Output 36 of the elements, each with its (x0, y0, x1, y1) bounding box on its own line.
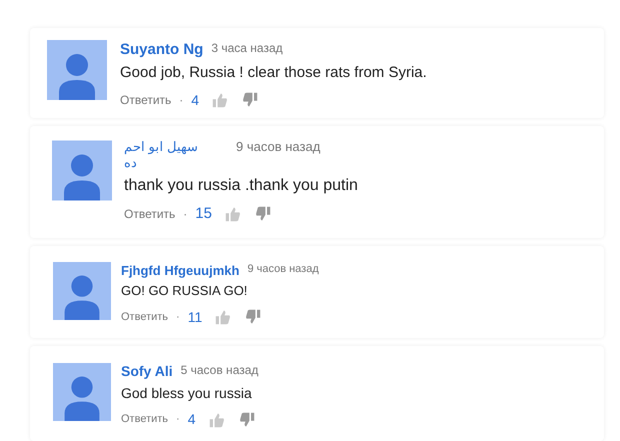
thumbs-down-icon[interactable] (241, 92, 260, 108)
avatar-icon (52, 140, 112, 201)
separator-dot: · (176, 412, 180, 428)
avatar-icon (47, 40, 107, 100)
reply-button[interactable]: Ответить (124, 204, 176, 223)
like-count: 15 (195, 204, 212, 224)
thumbs-down-icon[interactable] (238, 412, 256, 428)
author-name[interactable]: سهيل ابو احم ده (124, 139, 204, 172)
avatar-icon (53, 362, 111, 422)
separator-dot: · (179, 92, 184, 109)
timestamp[interactable]: 5 часов назад (180, 363, 258, 378)
separator-dot: · (183, 206, 188, 223)
thumbs-down-icon[interactable] (244, 309, 262, 325)
timestamp[interactable]: 9 часов назад (247, 263, 319, 277)
separator-dot: · (176, 310, 180, 325)
comment-text: Good job, Russia ! clear those rats from Syria. (120, 64, 427, 82)
thumbs-up-icon[interactable] (211, 92, 230, 108)
thumbs-up-icon[interactable] (224, 206, 242, 222)
timestamp[interactable]: 3 часа назад (211, 41, 283, 56)
comment-text: GO! GO RUSSIA GO! (121, 283, 248, 300)
author-name[interactable]: Sofy Ali (121, 363, 173, 380)
thumbs-down-icon[interactable] (254, 206, 272, 222)
reply-button[interactable]: Ответить (121, 308, 168, 326)
like-count: 4 (191, 90, 200, 110)
like-count: 4 (188, 410, 196, 429)
reply-button[interactable]: Ответить (120, 91, 172, 109)
comment-text: God bless you russia (121, 384, 253, 402)
timestamp[interactable]: 9 часов назад (236, 139, 320, 156)
author-name[interactable]: Suyanto Ng (120, 41, 204, 60)
thumbs-up-icon[interactable] (214, 309, 232, 325)
avatar-icon (53, 262, 111, 320)
author-name[interactable]: Fjhgfd Hfgeuujmkh (121, 263, 240, 280)
thumbs-up-icon[interactable] (208, 412, 226, 428)
like-count: 11 (188, 308, 202, 326)
comment-text: thank you russia .thank you putin (124, 176, 358, 196)
reply-button[interactable]: Ответить (121, 411, 168, 428)
